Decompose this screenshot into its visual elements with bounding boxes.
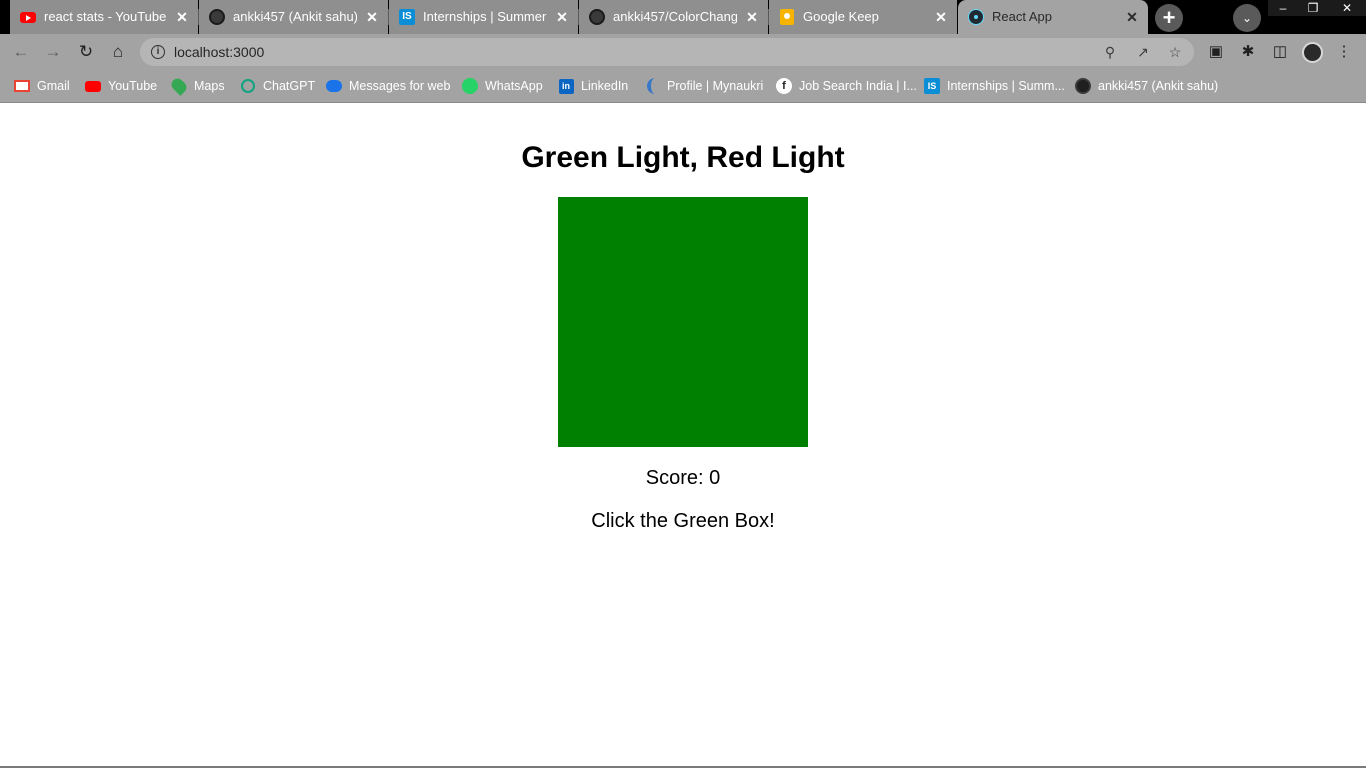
internshala-icon: IS [399,9,415,25]
browser-toolbar: ← → ↻ ⌂ i localhost:3000 ⚲ ↗ ☆ ▣ ✱ ◫ ⋮ [0,34,1366,70]
restore-button[interactable]: ❐ [1298,0,1328,16]
zoom-icon[interactable]: ⚲ [1102,44,1118,60]
bookmark-label: WhatsApp [485,79,543,93]
tab-github-profile[interactable]: ankki457 (Ankit sahu) ✕ [199,0,389,34]
bookmark-label: YouTube [108,79,158,93]
tab-title: Internships | Summer In [423,9,547,24]
linkedin-icon: in [558,78,574,94]
close-icon[interactable]: ✕ [744,9,760,25]
tab-react-stats-youtube[interactable]: react stats - YouTube ✕ [10,0,199,34]
messages-icon [326,78,342,94]
page-content: Green Light, Red Light Score: 0 Click th… [0,103,1366,766]
extensions-icon[interactable]: ✱ [1239,43,1257,61]
instruction-message: Click the Green Box! [591,510,775,532]
google-keep-icon [779,9,795,25]
page-title: Green Light, Red Light [521,141,845,174]
bookmark-github[interactable]: ankki457 (Ankit sahu) [1075,76,1218,96]
bookmark-label: Gmail [37,79,70,93]
tab-google-keep[interactable]: Google Keep ✕ [769,0,957,34]
new-tab-button[interactable]: + [1155,4,1183,32]
menu-kebab-icon[interactable]: ⋮ [1335,43,1353,61]
naukri-icon [644,78,660,94]
tab-title: React App [992,9,1052,24]
bookmark-linkedin[interactable]: in LinkedIn [558,76,628,96]
tab-github-repo[interactable]: ankki457/ColorChangeG ✕ [579,0,769,34]
score-text: Score: 0 [645,467,721,489]
home-icon[interactable]: ⌂ [106,40,130,64]
share-icon[interactable]: ↗ [1135,44,1151,60]
bookmark-label: Maps [194,79,225,93]
youtube-icon [20,9,36,25]
tab-internships[interactable]: IS Internships | Summer In ✕ [389,0,579,34]
bookmark-label: ChatGPT [263,79,316,93]
chatgpt-icon [240,78,256,94]
back-arrow-icon[interactable]: ← [9,40,33,64]
bookmark-mynaukri[interactable]: Profile | Mynaukri [644,76,763,96]
react-icon [968,9,984,25]
side-panel-icon[interactable]: ◫ [1271,43,1289,61]
tab-title: ankki457/ColorChangeG [613,9,737,24]
tab-title: Google Keep [803,9,879,24]
bookmark-star-icon[interactable]: ☆ [1167,44,1183,60]
bookmark-label: Messages for web [349,79,451,93]
github-icon [589,9,605,25]
facebook-icon: f [776,78,792,94]
bookmark-gmail[interactable]: Gmail [14,76,70,96]
bookmark-maps[interactable]: Maps [169,76,225,96]
internshala-icon: IS [924,78,940,94]
bookmark-internships[interactable]: IS Internships | Summ... [924,76,1065,96]
tab-strip: react stats - YouTube ✕ ankki457 (Ankit … [0,0,1366,34]
tab-title: ankki457 (Ankit sahu) [233,9,357,24]
tab-title: react stats - YouTube [44,9,167,24]
close-icon[interactable]: ✕ [364,9,380,25]
bookmark-label: Profile | Mynaukri [667,79,764,93]
address-bar[interactable]: i localhost:3000 ⚲ ↗ ☆ [140,38,1194,66]
bookmark-label: LinkedIn [581,79,629,93]
bookmark-label: ankki457 (Ankit sahu) [1098,79,1219,93]
color-box[interactable] [558,197,808,447]
bookmark-chatgpt[interactable]: ChatGPT [240,76,315,96]
maps-icon [169,76,189,96]
bookmarks-bar: Gmail YouTube Maps ChatGPT Messages for … [0,70,1366,103]
forward-arrow-icon[interactable]: → [41,40,65,64]
youtube-icon [85,78,101,94]
github-icon [1075,78,1091,94]
url-text[interactable]: localhost:3000 [174,44,264,60]
reading-mode-icon[interactable]: ▣ [1207,43,1225,61]
gmail-icon [14,78,30,94]
site-info-icon[interactable]: i [151,45,165,59]
close-icon[interactable]: ✕ [554,9,570,25]
close-icon[interactable]: ✕ [174,9,190,25]
close-icon[interactable]: ✕ [933,9,949,25]
profile-avatar[interactable] [1302,42,1323,63]
tab-react-app[interactable]: React App ✕ [958,0,1148,34]
close-icon[interactable]: ✕ [1124,9,1140,25]
whatsapp-icon [462,78,478,94]
bookmark-youtube[interactable]: YouTube [85,76,157,96]
bookmark-label: Internships | Summ... [947,79,1065,93]
bookmark-messages[interactable]: Messages for web [326,76,450,96]
bookmark-job-search[interactable]: f Job Search India | I... [776,76,917,96]
tab-search-button[interactable]: ⌄ [1233,4,1261,32]
github-icon [209,9,225,25]
bookmark-whatsapp[interactable]: WhatsApp [462,76,543,96]
reload-icon[interactable]: ↻ [74,40,98,64]
bookmark-label: Job Search India | I... [799,79,917,93]
minimize-button[interactable]: – [1268,0,1298,16]
window-close-button[interactable]: ✕ [1328,0,1366,16]
